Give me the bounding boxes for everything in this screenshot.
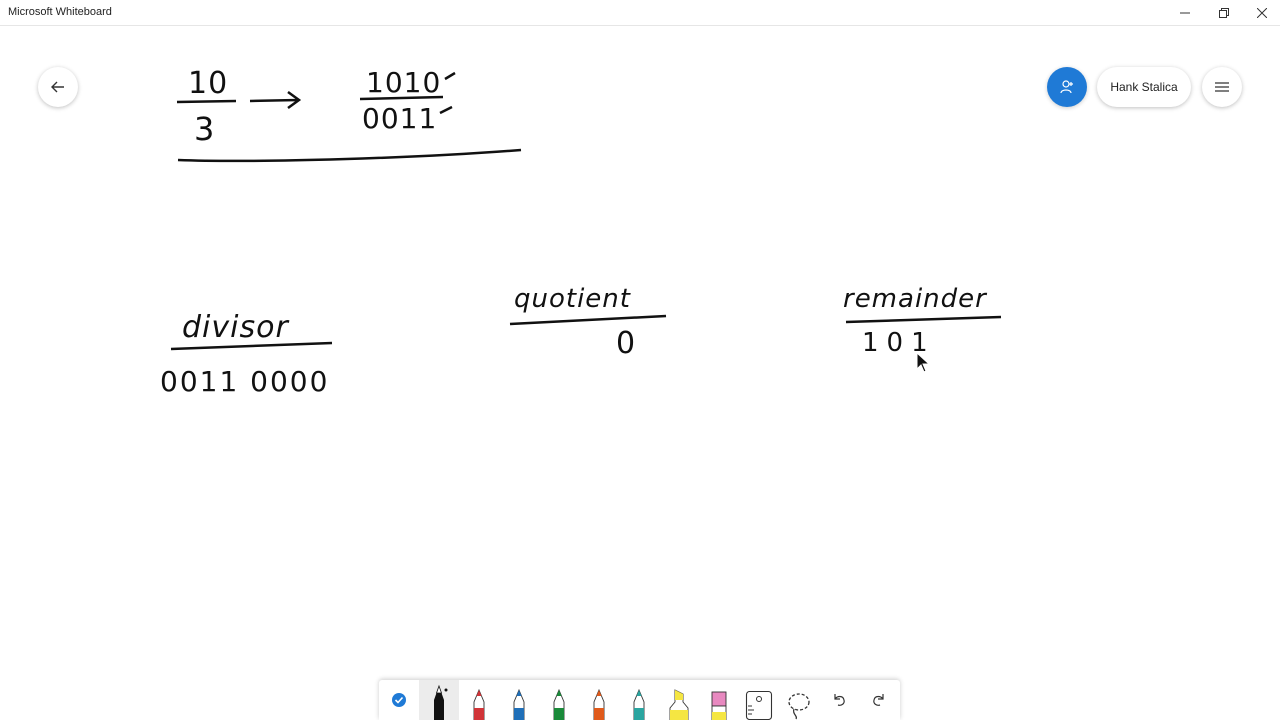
eraser-icon	[711, 691, 727, 720]
whiteboard-canvas[interactable]: 10 3 1010 0011 divisor 0011 0000 quotien…	[0, 26, 1280, 678]
tick-mark	[439, 71, 456, 115]
ink-strokes	[170, 71, 1002, 351]
undo-button[interactable]	[819, 680, 859, 720]
minimize-icon	[1180, 12, 1190, 13]
pen-orange-tool[interactable]	[579, 680, 619, 720]
redo-button[interactable]	[859, 680, 899, 720]
ink-to-shape-toggle[interactable]	[379, 680, 419, 720]
arrow-stroke	[249, 90, 302, 110]
pen-blue-tool[interactable]	[499, 680, 539, 720]
fraction-bar	[176, 99, 237, 104]
pen-black-tool[interactable]	[419, 680, 459, 720]
checkmark-circle-icon	[392, 693, 406, 707]
eraser-tool[interactable]	[699, 680, 739, 720]
title-bar: Microsoft Whiteboard	[0, 0, 1280, 26]
pen-icon	[473, 688, 485, 720]
pen-teal-tool[interactable]	[619, 680, 659, 720]
lasso-icon	[788, 693, 810, 720]
highlighter-icon	[669, 689, 689, 720]
minimize-button[interactable]	[1166, 0, 1204, 25]
ruler-tool[interactable]	[739, 680, 779, 720]
inking-toolbar	[379, 680, 900, 720]
quotient-underline	[509, 314, 667, 326]
pen-icon	[633, 688, 645, 720]
pen-icon	[553, 688, 565, 720]
pen-icon	[513, 688, 525, 720]
pen-red-tool[interactable]	[459, 680, 499, 720]
app-title: Microsoft Whiteboard	[8, 6, 112, 18]
close-icon	[1257, 7, 1267, 18]
ruler-icon	[745, 690, 773, 720]
undo-icon	[834, 694, 845, 706]
pen-green-tool[interactable]	[539, 680, 579, 720]
lasso-tool[interactable]	[779, 680, 819, 720]
close-button[interactable]	[1243, 0, 1280, 25]
remainder-underline	[845, 315, 1002, 324]
underline-top	[177, 148, 522, 163]
redo-icon	[873, 694, 884, 706]
highlighter-tool[interactable]	[659, 680, 699, 720]
restore-icon	[1219, 7, 1229, 18]
divisor-underline	[170, 341, 333, 351]
pen-icon	[593, 688, 605, 720]
restore-button[interactable]	[1205, 0, 1243, 25]
mouse-cursor-icon	[916, 352, 931, 373]
binary-fraction-bar	[359, 95, 444, 101]
pen-icon	[434, 684, 448, 720]
